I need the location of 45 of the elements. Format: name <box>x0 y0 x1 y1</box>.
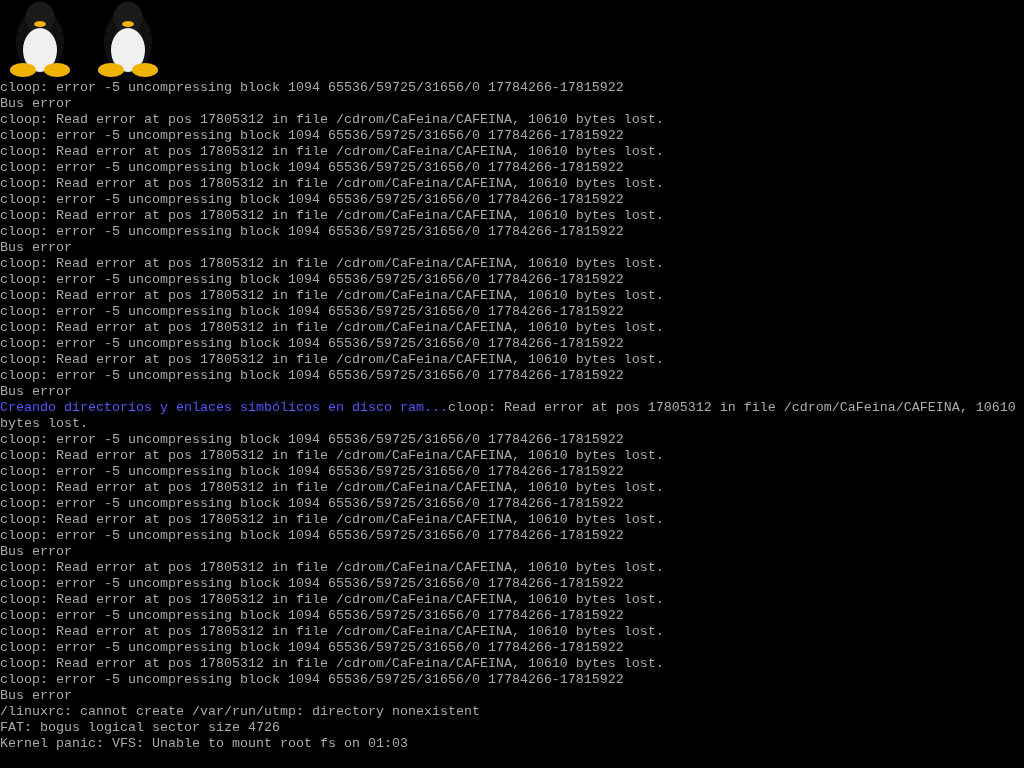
console-line: Bus error <box>0 240 73 256</box>
console-line: cloop: Read error at pos 17805312 in file /cdrom/CaFeina/CAFEINA, 10610 bytes lost. <box>0 512 665 528</box>
console-line: Bus error <box>0 544 73 560</box>
console-line: Bus error <box>0 688 73 704</box>
console-line: cloop: error -5 uncompressing block 1094 65536/59725/31656/0 17784266-17815922 <box>0 160 625 176</box>
console-line: cloop: error -5 uncompressing block 1094 65536/59725/31656/0 17784266-17815922 <box>0 576 625 592</box>
console-line: cloop: error -5 uncompressing block 1094 65536/59725/31656/0 17784266-17815922 <box>0 432 625 448</box>
console-line: cloop: error -5 uncompressing block 1094 65536/59725/31656/0 17784266-17815922 <box>0 464 625 480</box>
console-line: cloop: Read error at pos 17805312 in file /cdrom/CaFeina/CAFEINA, 10610 bytes lost. <box>0 288 665 304</box>
console-line: cloop: error -5 uncompressing block 1094 65536/59725/31656/0 17784266-17815922 <box>0 80 625 96</box>
console-line: cloop: error -5 uncompressing block 1094 65536/59725/31656/0 17784266-17815922 <box>0 496 625 512</box>
console-line: cloop: Read error at pos 17805312 in file /cdrom/CaFeina/CAFEINA, 10610 bytes lost. <box>0 592 665 608</box>
console-line: cloop: Read error at pos 17805312 in file /cdrom/CaFeina/CAFEINA, 10610 <box>447 400 1016 415</box>
console-line: cloop: Read error at pos 17805312 in file /cdrom/CaFeina/CAFEINA, 10610 bytes lost. <box>0 560 665 576</box>
console-line: Bus error <box>0 96 73 112</box>
console-line: cloop: Read error at pos 17805312 in file /cdrom/CaFeina/CAFEINA, 10610 bytes lost. <box>0 256 665 272</box>
console-line: cloop: error -5 uncompressing block 1094 65536/59725/31656/0 17784266-17815922 <box>0 608 625 624</box>
console-line: cloop: Read error at pos 17805312 in file /cdrom/CaFeina/CAFEINA, 10610 bytes lost. <box>0 320 665 336</box>
console-line: cloop: error -5 uncompressing block 1094 65536/59725/31656/0 17784266-17815922 <box>0 224 625 240</box>
console-line: cloop: error -5 uncompressing block 1094 65536/59725/31656/0 17784266-17815922 <box>0 336 625 352</box>
console-line: cloop: error -5 uncompressing block 1094 65536/59725/31656/0 17784266-17815922 <box>0 304 625 320</box>
console-line: cloop: error -5 uncompressing block 1094 65536/59725/31656/0 17784266-17815922 <box>0 528 625 544</box>
console-line: cloop: error -5 uncompressing block 1094 65536/59725/31656/0 17784266-17815922 <box>0 368 625 384</box>
console-line: cloop: error -5 uncompressing block 1094 65536/59725/31656/0 17784266-17815922 <box>0 192 625 208</box>
console-line: cloop: error -5 uncompressing block 1094 65536/59725/31656/0 17784266-17815922 <box>0 272 625 288</box>
console-line: cloop: Read error at pos 17805312 in file /cdrom/CaFeina/CAFEINA, 10610 bytes lost. <box>0 656 665 672</box>
console-line: cloop: Read error at pos 17805312 in file /cdrom/CaFeina/CAFEINA, 10610 bytes lost. <box>0 112 665 128</box>
console-line: cloop: Read error at pos 17805312 in file /cdrom/CaFeina/CAFEINA, 10610 bytes lost. <box>0 480 665 496</box>
console-line: cloop: Read error at pos 17805312 in file /cdrom/CaFeina/CAFEINA, 10610 bytes lost. <box>0 208 665 224</box>
console-line: cloop: error -5 uncompressing block 1094 65536/59725/31656/0 17784266-17815922 <box>0 640 625 656</box>
console-line: cloop: Read error at pos 17805312 in file /cdrom/CaFeina/CAFEINA, 10610 bytes lost. <box>0 144 665 160</box>
console-line: cloop: error -5 uncompressing block 1094 65536/59725/31656/0 17784266-17815922 <box>0 672 625 688</box>
console-line: cloop: Read error at pos 17805312 in file /cdrom/CaFeina/CAFEINA, 10610 bytes lost. <box>0 448 665 464</box>
console-line: cloop: Read error at pos 17805312 in file /cdrom/CaFeina/CAFEINA, 10610 bytes lost. <box>0 624 665 640</box>
console-line: cloop: Read error at pos 17805312 in file /cdrom/CaFeina/CAFEINA, 10610 bytes lost. <box>0 352 665 368</box>
penguin-icon <box>96 0 160 78</box>
status-message: Creando directorios y enlaces simbólicos en disco ram... <box>0 400 448 415</box>
console-line: /linuxrc: cannot create /var/run/utmp: directory nonexistent <box>0 704 481 720</box>
console-line: Kernel panic: VFS: Unable to mount root fs on 01:03 <box>0 736 409 752</box>
console-line: cloop: Read error at pos 17805312 in file /cdrom/CaFeina/CAFEINA, 10610 bytes lost. <box>0 176 665 192</box>
console-line: bytes lost. <box>0 416 89 432</box>
console-line: Bus error <box>0 384 73 400</box>
console-line: FAT: bogus logical sector size 4726 <box>0 720 281 736</box>
console-line: cloop: error -5 uncompressing block 1094 65536/59725/31656/0 17784266-17815922 <box>0 128 625 144</box>
penguin-icon <box>8 0 72 78</box>
